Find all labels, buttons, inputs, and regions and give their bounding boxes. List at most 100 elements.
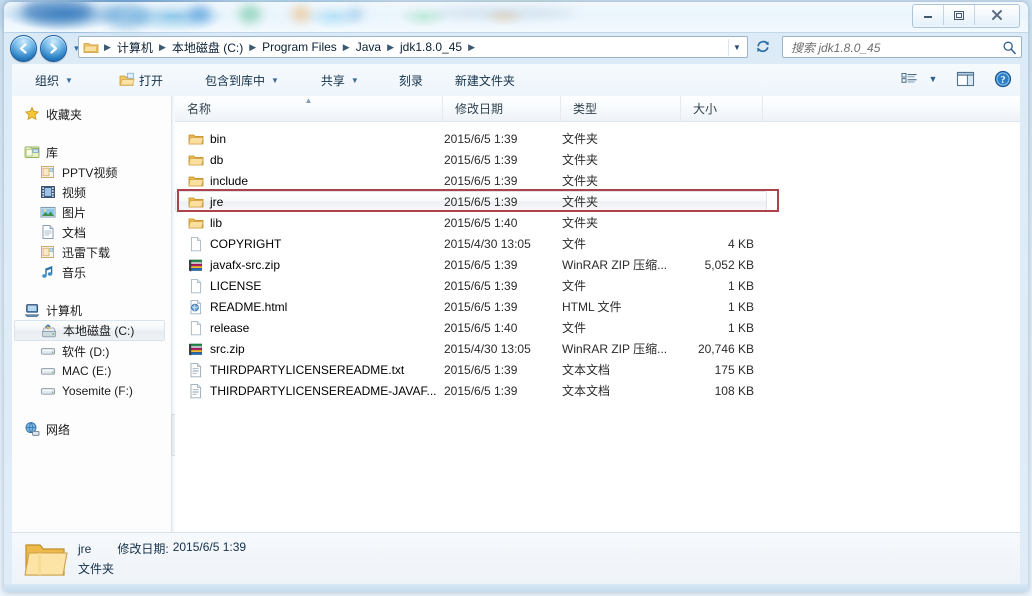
breadcrumb[interactable]: ▶ 计算机 ▶ 本地磁盘 (C:) ▶ Program Files ▶ Java… — [78, 36, 748, 58]
file-type: 文件夹 — [562, 132, 599, 146]
table-row[interactable]: release 2015/6/5 1:40 文件 1 KB — [175, 317, 1020, 338]
file-date: 2015/6/5 1:39 — [444, 194, 518, 209]
file-date: 2015/6/5 1:39 — [444, 173, 518, 188]
file-list-pane[interactable]: ▲ 名称 修改日期 类型 大小 bin 2015/6/5 1:39 文件夹 db… — [175, 96, 1020, 532]
file-date: 2015/6/5 1:40 — [444, 320, 518, 335]
sidebar-item-favorites[interactable]: 收藏夹 — [12, 104, 171, 124]
blank-file-icon — [190, 278, 202, 293]
toolbar-organize-button[interactable]: 组织 ▼ — [26, 68, 82, 92]
toolbar-share-button[interactable]: 共享 ▼ — [312, 68, 368, 92]
file-size: 20,746 KB — [697, 341, 754, 356]
forward-button[interactable] — [40, 35, 67, 62]
minimize-button[interactable] — [913, 5, 944, 25]
help-button[interactable]: ? — [990, 67, 1016, 91]
table-row[interactable]: COPYRIGHT 2015/4/30 13:05 文件 4 KB — [175, 233, 1020, 254]
column-header-label: 名称 — [187, 102, 212, 116]
html-file-icon — [190, 299, 202, 314]
close-button[interactable] — [975, 5, 1019, 25]
search-input[interactable]: 搜索 jdk1.8.0_45 — [791, 39, 1002, 56]
refresh-button[interactable] — [752, 36, 774, 58]
breadcrumb-item-program-files[interactable]: Program Files — [259, 39, 340, 55]
drive-icon — [40, 388, 56, 395]
file-list[interactable]: bin 2015/6/5 1:39 文件夹 db 2015/6/5 1:39 文… — [175, 122, 1020, 401]
sidebar-item-drive-d[interactable]: 软件 (D:) — [12, 341, 171, 361]
details-item-name: jre — [78, 541, 92, 556]
sidebar-item-music[interactable]: 音乐 — [12, 262, 171, 282]
column-header-date[interactable]: 修改日期 — [443, 96, 561, 121]
table-row[interactable]: LICENSE 2015/6/5 1:39 文件 1 KB — [175, 275, 1020, 296]
preview-pane-button[interactable] — [952, 67, 978, 91]
view-options-button[interactable] — [896, 67, 922, 91]
sidebar-item-videos[interactable]: 视频 — [12, 182, 171, 202]
table-row[interactable]: include 2015/6/5 1:39 文件夹 — [175, 170, 1020, 191]
toolbar-new-folder-button[interactable]: 新建文件夹 — [446, 68, 524, 92]
blank-file-icon — [190, 236, 202, 251]
table-row[interactable]: db 2015/6/5 1:39 文件夹 — [175, 149, 1020, 170]
file-size: 1 KB — [727, 278, 754, 293]
sidebar-item-pictures[interactable]: 图片 — [12, 202, 171, 222]
column-header-size[interactable]: 大小 — [681, 96, 763, 121]
breadcrumb-dropdown[interactable]: ▼ — [728, 39, 745, 56]
file-name: LICENSE — [210, 278, 262, 293]
toolbar-burn-button[interactable]: 刻录 — [390, 68, 432, 92]
sidebar-label: PPTV视频 — [62, 165, 118, 180]
table-row[interactable]: jre 2015/6/5 1:39 文件夹 — [175, 191, 767, 212]
file-size: 5,052 KB — [704, 257, 754, 272]
table-row[interactable]: javafx-src.zip 2015/6/5 1:39 WinRAR ZIP … — [175, 254, 1020, 275]
toolbar-include-in-library-button[interactable]: 包含到库中 ▼ — [196, 68, 288, 92]
sidebar-label: Yosemite (F:) — [62, 384, 133, 398]
sidebar-label: 迅雷下载 — [62, 245, 111, 260]
breadcrumb-item-local-disk-c[interactable]: 本地磁盘 (C:) — [169, 38, 246, 57]
breadcrumb-item-java[interactable]: Java — [353, 39, 384, 55]
table-row[interactable]: lib 2015/6/5 1:40 文件夹 — [175, 212, 1020, 233]
toolbar-burn-label: 刻录 — [398, 73, 423, 88]
column-headers: ▲ 名称 修改日期 类型 大小 — [175, 96, 1020, 122]
table-row[interactable]: THIRDPARTYLICENSEREADME.txt 2015/6/5 1:3… — [175, 359, 1020, 380]
desktop-blur-blob — [434, 8, 574, 18]
nav-gap — [12, 128, 171, 142]
column-header-type[interactable]: 类型 — [561, 96, 681, 121]
table-row[interactable]: README.html 2015/6/5 1:39 HTML 文件 1 KB — [175, 296, 1020, 317]
chevron-down-icon: ▼ — [350, 75, 359, 85]
sidebar-item-drive-e[interactable]: MAC (E:) — [12, 361, 171, 381]
details-date-property: 修改日期: 2015/6/5 1:39 — [117, 540, 246, 557]
toolbar-open-button[interactable]: 打开 — [110, 68, 172, 92]
details-date-label: 修改日期: — [117, 542, 169, 556]
details-primary-line: jre 修改日期: 2015/6/5 1:39 — [78, 540, 246, 557]
sidebar-item-computer[interactable]: 计算机 — [12, 300, 171, 320]
back-button[interactable] — [10, 35, 37, 62]
library-item-icon — [41, 166, 54, 178]
file-name-cell: include — [176, 173, 444, 189]
file-name: include — [210, 173, 249, 188]
sidebar-item-local-disk-c[interactable]: 本地磁盘 (C:) — [14, 320, 165, 341]
column-header-label: 修改日期 — [455, 102, 504, 116]
table-row[interactable]: src.zip 2015/4/30 13:05 WinRAR ZIP 压缩...… — [175, 338, 1020, 359]
sidebar-item-libraries[interactable]: 库 — [12, 142, 171, 162]
view-options-dropdown[interactable]: ▼ — [924, 67, 940, 91]
sidebar-item-thunder-download[interactable]: 迅雷下载 — [12, 242, 171, 262]
sidebar-label: 图片 — [62, 205, 87, 220]
star-icon — [24, 106, 40, 121]
file-type: 文件夹 — [562, 174, 599, 188]
sidebar-item-drive-f[interactable]: Yosemite (F:) — [12, 381, 171, 401]
table-row[interactable]: THIRDPARTYLICENSEREADME-JAVAF... 2015/6/… — [175, 380, 1020, 401]
file-type: 文件夹 — [562, 195, 599, 209]
breadcrumb-item-jdk[interactable]: jdk1.8.0_45 — [397, 39, 465, 55]
breadcrumb-item-computer[interactable]: 计算机 — [114, 38, 156, 57]
help-icon: ? — [994, 70, 1012, 88]
breadcrumb-separator: ▶ — [342, 41, 350, 52]
navigation-pane[interactable]: 收藏夹 库 PPTV视频 视频 图片 文档 迅雷下载 音乐 计算机 本地磁盘 (… — [12, 96, 172, 532]
file-name: javafx-src.zip — [210, 257, 281, 272]
sidebar-label: 文档 — [62, 225, 87, 240]
table-row[interactable]: bin 2015/6/5 1:39 文件夹 — [175, 128, 1020, 149]
sidebar-label: 计算机 — [46, 303, 83, 318]
sidebar-label: 本地磁盘 (C:) — [63, 324, 135, 338]
sidebar-item-documents[interactable]: 文档 — [12, 222, 171, 242]
column-header-name[interactable]: ▲ 名称 — [175, 96, 443, 121]
window-bottom-edge — [4, 584, 1028, 592]
title-bar[interactable] — [4, 2, 1028, 33]
sidebar-item-network[interactable]: 网络 — [12, 419, 171, 439]
sidebar-item-pptv-video[interactable]: PPTV视频 — [12, 162, 171, 182]
maximize-button[interactable] — [944, 5, 975, 25]
search-box[interactable]: 搜索 jdk1.8.0_45 — [782, 36, 1022, 58]
